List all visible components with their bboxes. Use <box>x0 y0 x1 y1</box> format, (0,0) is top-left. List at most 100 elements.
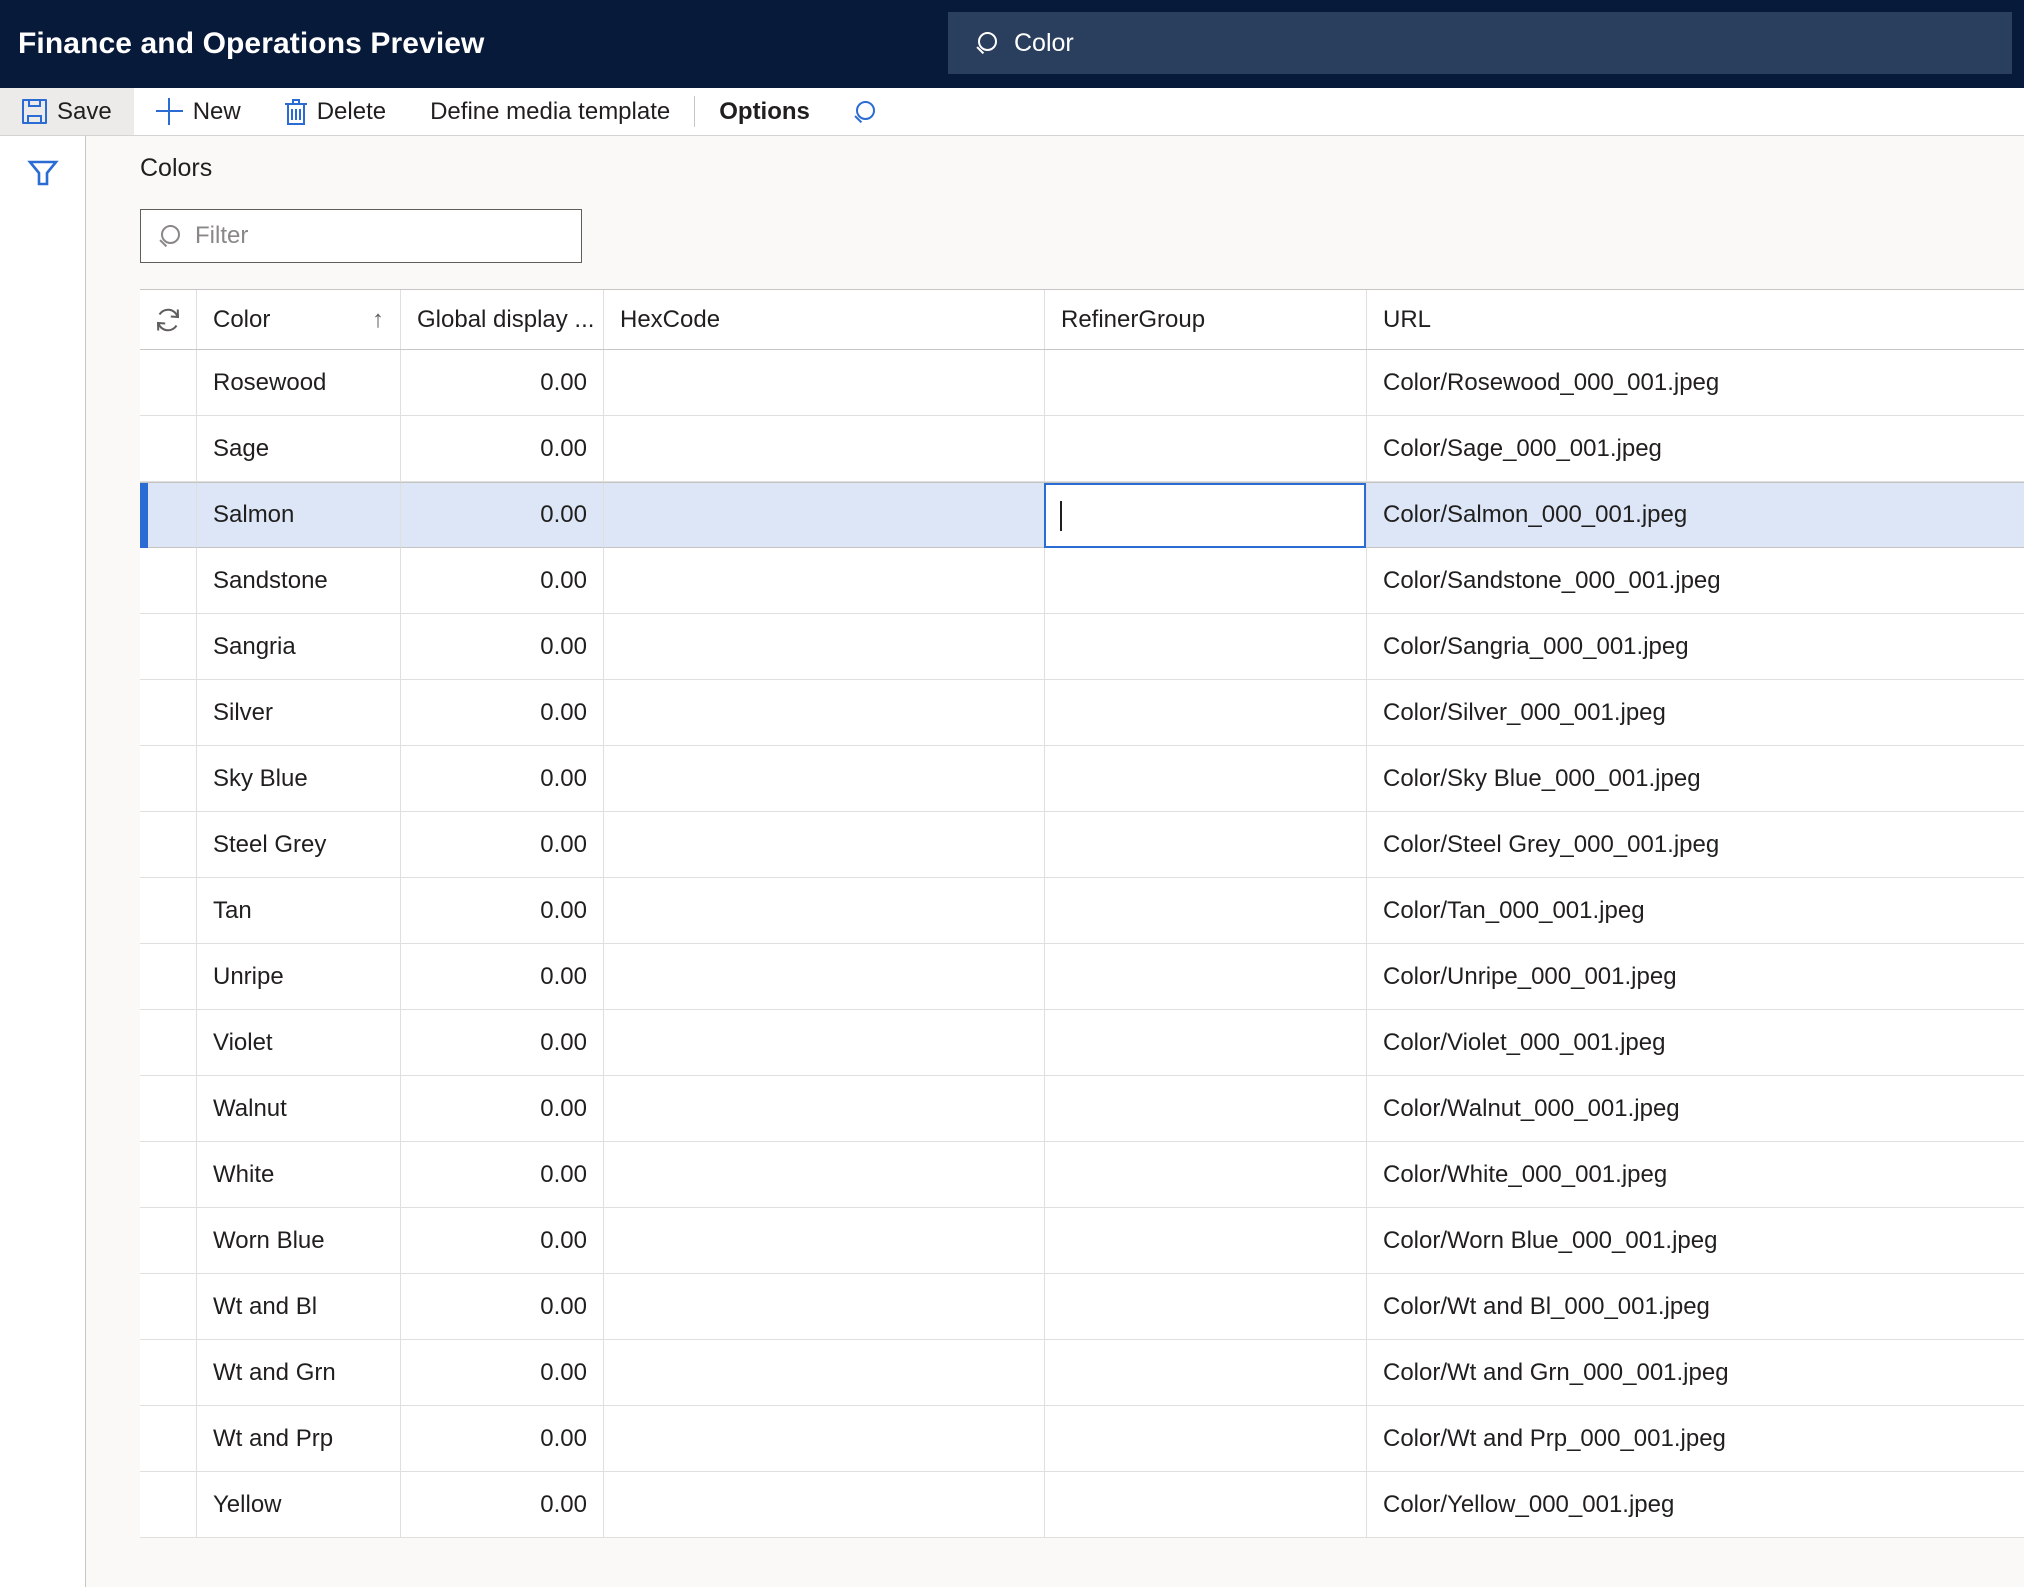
cell-color[interactable]: Yellow <box>196 1472 400 1538</box>
global-search-box[interactable]: Color <box>948 12 2012 74</box>
cell-global-display[interactable]: 0.00 <box>400 1208 603 1274</box>
cell-color[interactable]: Rosewood <box>196 350 400 416</box>
grid-refresh-button[interactable] <box>140 290 196 349</box>
cell-global-display[interactable]: 0.00 <box>400 1010 603 1076</box>
cell-url[interactable]: Color/Tan_000_001.jpeg <box>1366 878 2024 944</box>
cell-hexcode[interactable] <box>603 944 1044 1010</box>
save-button[interactable]: Save <box>0 88 134 135</box>
cell-hexcode[interactable] <box>603 416 1044 482</box>
cell-color[interactable]: Walnut <box>196 1076 400 1142</box>
cell-color[interactable]: Steel Grey <box>196 812 400 878</box>
define-media-template-button[interactable]: Define media template <box>408 88 692 135</box>
row-select-cell[interactable] <box>140 416 196 482</box>
row-select-cell[interactable] <box>140 812 196 878</box>
cell-color[interactable]: Sage <box>196 416 400 482</box>
toolbar-search-button[interactable] <box>832 88 898 135</box>
grid-column-header-hexcode[interactable]: HexCode <box>603 290 1044 349</box>
cell-color[interactable]: Sandstone <box>196 548 400 614</box>
cell-color[interactable]: White <box>196 1142 400 1208</box>
cell-refinergroup[interactable] <box>1044 680 1366 746</box>
row-select-cell[interactable] <box>140 1010 196 1076</box>
cell-hexcode[interactable] <box>603 350 1044 416</box>
cell-color[interactable]: Wt and Bl <box>196 1274 400 1340</box>
refinergroup-input[interactable] <box>1044 483 1366 548</box>
table-row[interactable]: Wt and Bl 0.00 Color/Wt and Bl_000_001.jpe… <box>140 1274 2024 1340</box>
row-select-cell[interactable] <box>140 680 196 746</box>
cell-global-display[interactable]: 0.00 <box>400 1472 603 1538</box>
cell-global-display[interactable]: 0.00 <box>400 614 603 680</box>
cell-hexcode[interactable] <box>603 1208 1044 1274</box>
cell-global-display[interactable]: 0.00 <box>400 812 603 878</box>
cell-color[interactable]: Sangria <box>196 614 400 680</box>
cell-hexcode[interactable] <box>603 1142 1044 1208</box>
table-row[interactable]: Salmon 0.00 Color/Salmon_000_001.jpeg <box>140 482 2024 548</box>
table-row[interactable]: Wt and Prp 0.00 Color/Wt and Prp_000_001.j… <box>140 1406 2024 1472</box>
cell-hexcode[interactable] <box>603 483 1044 548</box>
cell-color[interactable]: Violet <box>196 1010 400 1076</box>
cell-url[interactable]: Color/Yellow_000_001.jpeg <box>1366 1472 2024 1538</box>
cell-refinergroup[interactable] <box>1044 416 1366 482</box>
cell-global-display[interactable]: 0.00 <box>400 548 603 614</box>
cell-url[interactable]: Color/Sky Blue_000_001.jpeg <box>1366 746 2024 812</box>
cell-url[interactable]: Color/Steel Grey_000_001.jpeg <box>1366 812 2024 878</box>
cell-refinergroup[interactable] <box>1044 1406 1366 1472</box>
cell-color[interactable]: Wt and Prp <box>196 1406 400 1472</box>
cell-color[interactable]: Salmon <box>196 483 400 548</box>
row-select-cell[interactable] <box>140 878 196 944</box>
cell-global-display[interactable]: 0.00 <box>400 1406 603 1472</box>
table-row[interactable]: Steel Grey 0.00 Color/Steel Grey_000_001.j… <box>140 812 2024 878</box>
cell-global-display[interactable]: 0.00 <box>400 483 603 548</box>
cell-refinergroup[interactable] <box>1044 1010 1366 1076</box>
row-select-cell[interactable] <box>140 1208 196 1274</box>
cell-global-display[interactable]: 0.00 <box>400 746 603 812</box>
cell-hexcode[interactable] <box>603 812 1044 878</box>
cell-url[interactable]: Color/Salmon_000_001.jpeg <box>1366 483 2024 548</box>
table-row[interactable]: Silver 0.00 Color/Silver_000_001.jpeg <box>140 680 2024 746</box>
cell-color[interactable]: Wt and Grn <box>196 1340 400 1406</box>
table-row[interactable]: Walnut 0.00 Color/Walnut_000_001.jpeg <box>140 1076 2024 1142</box>
funnel-icon[interactable] <box>26 156 60 190</box>
cell-hexcode[interactable] <box>603 1076 1044 1142</box>
cell-refinergroup[interactable] <box>1044 1340 1366 1406</box>
table-row[interactable]: Violet 0.00 Color/Violet_000_001.jpeg <box>140 1010 2024 1076</box>
grid-column-header-url[interactable]: URL <box>1366 290 2024 349</box>
filter-input[interactable]: Filter <box>140 209 582 263</box>
table-row[interactable]: Rosewood 0.00 Color/Rosewood_000_001.jpeg <box>140 350 2024 416</box>
new-button[interactable]: New <box>134 88 263 135</box>
cell-refinergroup[interactable] <box>1044 350 1366 416</box>
cell-color[interactable]: Silver <box>196 680 400 746</box>
cell-url[interactable]: Color/Walnut_000_001.jpeg <box>1366 1076 2024 1142</box>
row-select-cell[interactable] <box>140 1274 196 1340</box>
cell-refinergroup[interactable] <box>1044 812 1366 878</box>
row-select-cell[interactable] <box>140 548 196 614</box>
table-row[interactable]: Yellow 0.00 Color/Yellow_000_001.jpeg <box>140 1472 2024 1538</box>
grid-column-header-refinergroup[interactable]: RefinerGroup <box>1044 290 1366 349</box>
row-select-cell[interactable] <box>140 483 196 548</box>
cell-url[interactable]: Color/Violet_000_001.jpeg <box>1366 1010 2024 1076</box>
cell-hexcode[interactable] <box>603 1274 1044 1340</box>
cell-refinergroup[interactable] <box>1044 878 1366 944</box>
cell-refinergroup[interactable] <box>1044 944 1366 1010</box>
table-row[interactable]: Tan 0.00 Color/Tan_000_001.jpeg <box>140 878 2024 944</box>
cell-refinergroup[interactable] <box>1044 1142 1366 1208</box>
row-select-cell[interactable] <box>140 944 196 1010</box>
table-row[interactable]: Sandstone 0.00 Color/Sandstone_000_001.jpe… <box>140 548 2024 614</box>
cell-url[interactable]: Color/Silver_000_001.jpeg <box>1366 680 2024 746</box>
cell-hexcode[interactable] <box>603 548 1044 614</box>
table-row[interactable]: Sangria 0.00 Color/Sangria_000_001.jpeg <box>140 614 2024 680</box>
cell-refinergroup[interactable] <box>1044 746 1366 812</box>
row-select-cell[interactable] <box>140 1406 196 1472</box>
cell-global-display[interactable]: 0.00 <box>400 878 603 944</box>
row-select-cell[interactable] <box>140 1472 196 1538</box>
grid-column-header-global-display[interactable]: Global display ... <box>400 290 603 349</box>
cell-global-display[interactable]: 0.00 <box>400 416 603 482</box>
cell-url[interactable]: Color/Wt and Grn_000_001.jpeg <box>1366 1340 2024 1406</box>
cell-hexcode[interactable] <box>603 1406 1044 1472</box>
cell-refinergroup[interactable] <box>1044 1274 1366 1340</box>
cell-color[interactable]: Unripe <box>196 944 400 1010</box>
cell-hexcode[interactable] <box>603 746 1044 812</box>
options-button[interactable]: Options <box>697 88 832 135</box>
cell-hexcode[interactable] <box>603 1472 1044 1538</box>
table-row[interactable]: Unripe 0.00 Color/Unripe_000_001.jpeg <box>140 944 2024 1010</box>
table-row[interactable]: Sky Blue 0.00 Color/Sky Blue_000_001.jpeg <box>140 746 2024 812</box>
